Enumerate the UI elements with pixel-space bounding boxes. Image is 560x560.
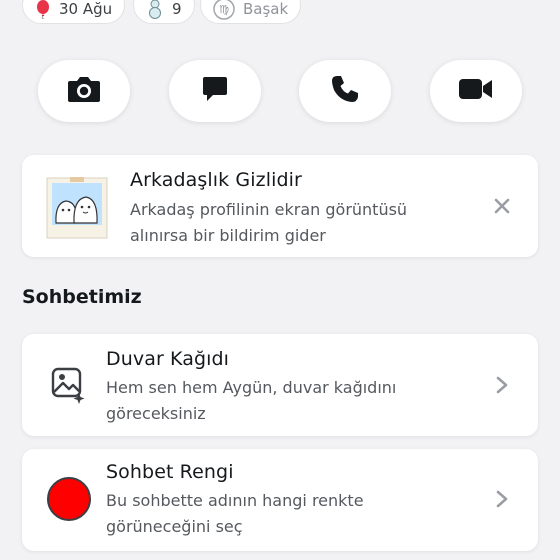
virgo-icon: ♍ <box>213 0 235 20</box>
wallpaper-row[interactable]: Duvar Kağıdı Hem sen hem Aygün, duvar ka… <box>22 334 538 436</box>
camera-button[interactable] <box>38 60 130 122</box>
card-title: Arkadaşlık Gizlidir <box>130 169 302 191</box>
phone-icon <box>330 74 360 108</box>
chat-button[interactable] <box>169 60 261 122</box>
card-description-line2: alınırsa bir bildirim gider <box>130 226 326 245</box>
wallpaper-title: Duvar Kağıdı <box>106 348 230 370</box>
video-icon <box>458 77 494 105</box>
chat-color-title: Sohbet Rengi <box>106 461 234 483</box>
chevron-right-icon <box>496 490 508 512</box>
svg-text:♍: ♍ <box>219 3 229 16</box>
balloon-icon <box>35 0 51 19</box>
friends-photo-illustration <box>46 177 108 243</box>
streak-chip[interactable]: 9 <box>133 0 195 24</box>
video-call-button[interactable] <box>430 60 522 122</box>
chat-icon <box>201 75 229 107</box>
call-button[interactable] <box>299 60 391 122</box>
birthday-chip[interactable]: 30 Ağu <box>22 0 126 24</box>
wallpaper-icon <box>50 366 88 408</box>
chat-color-description-line1: Bu sohbette adının hangi renkte <box>106 491 364 510</box>
wallpaper-description-line1: Hem sen hem Aygün, duvar kağıdını <box>106 378 397 397</box>
wallpaper-description-line2: göreceksiniz <box>106 404 206 423</box>
chevron-right-icon <box>496 376 508 398</box>
chat-color-swatch <box>47 477 91 521</box>
birthday-label: 30 Ağu <box>59 0 113 18</box>
camera-icon <box>66 74 102 108</box>
close-icon[interactable] <box>494 198 510 218</box>
section-title: Sohbetimiz <box>22 286 142 308</box>
snowman-icon <box>146 0 164 19</box>
zodiac-label: Başak <box>243 0 289 18</box>
zodiac-chip[interactable]: ♍ Başak <box>200 0 302 24</box>
friendship-private-card: Arkadaşlık Gizlidir Arkadaş profilinin e… <box>22 155 538 257</box>
card-description-line1: Arkadaş profilinin ekran görüntüsü <box>130 200 408 219</box>
streak-count: 9 <box>172 0 182 18</box>
chat-color-description-line2: görüneceğini seç <box>106 517 243 536</box>
chat-color-row[interactable]: Sohbet Rengi Bu sohbette adının hangi re… <box>22 449 538 551</box>
